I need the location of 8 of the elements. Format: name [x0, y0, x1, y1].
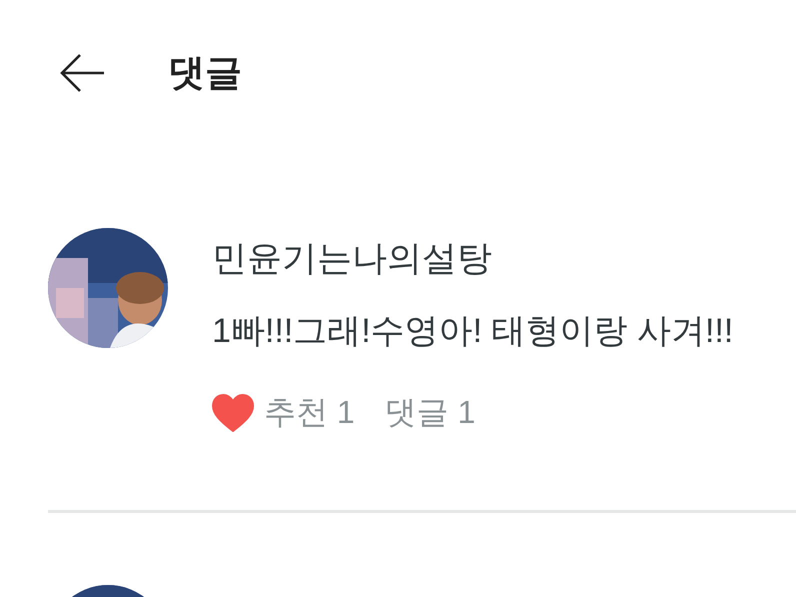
back-button[interactable] — [58, 53, 106, 93]
back-arrow-icon — [58, 53, 106, 93]
comment-text: 1빠!!!그래!수영아! 태형이랑 사겨!!! — [212, 311, 734, 352]
like-button[interactable]: 추천 1 — [212, 391, 355, 435]
page-title: 댓글 — [168, 51, 242, 95]
author-name: 민윤기는나의설탕 — [212, 238, 493, 280]
reply-count[interactable]: 댓글 1 — [384, 391, 476, 435]
like-count: 추천 1 — [264, 393, 355, 432]
